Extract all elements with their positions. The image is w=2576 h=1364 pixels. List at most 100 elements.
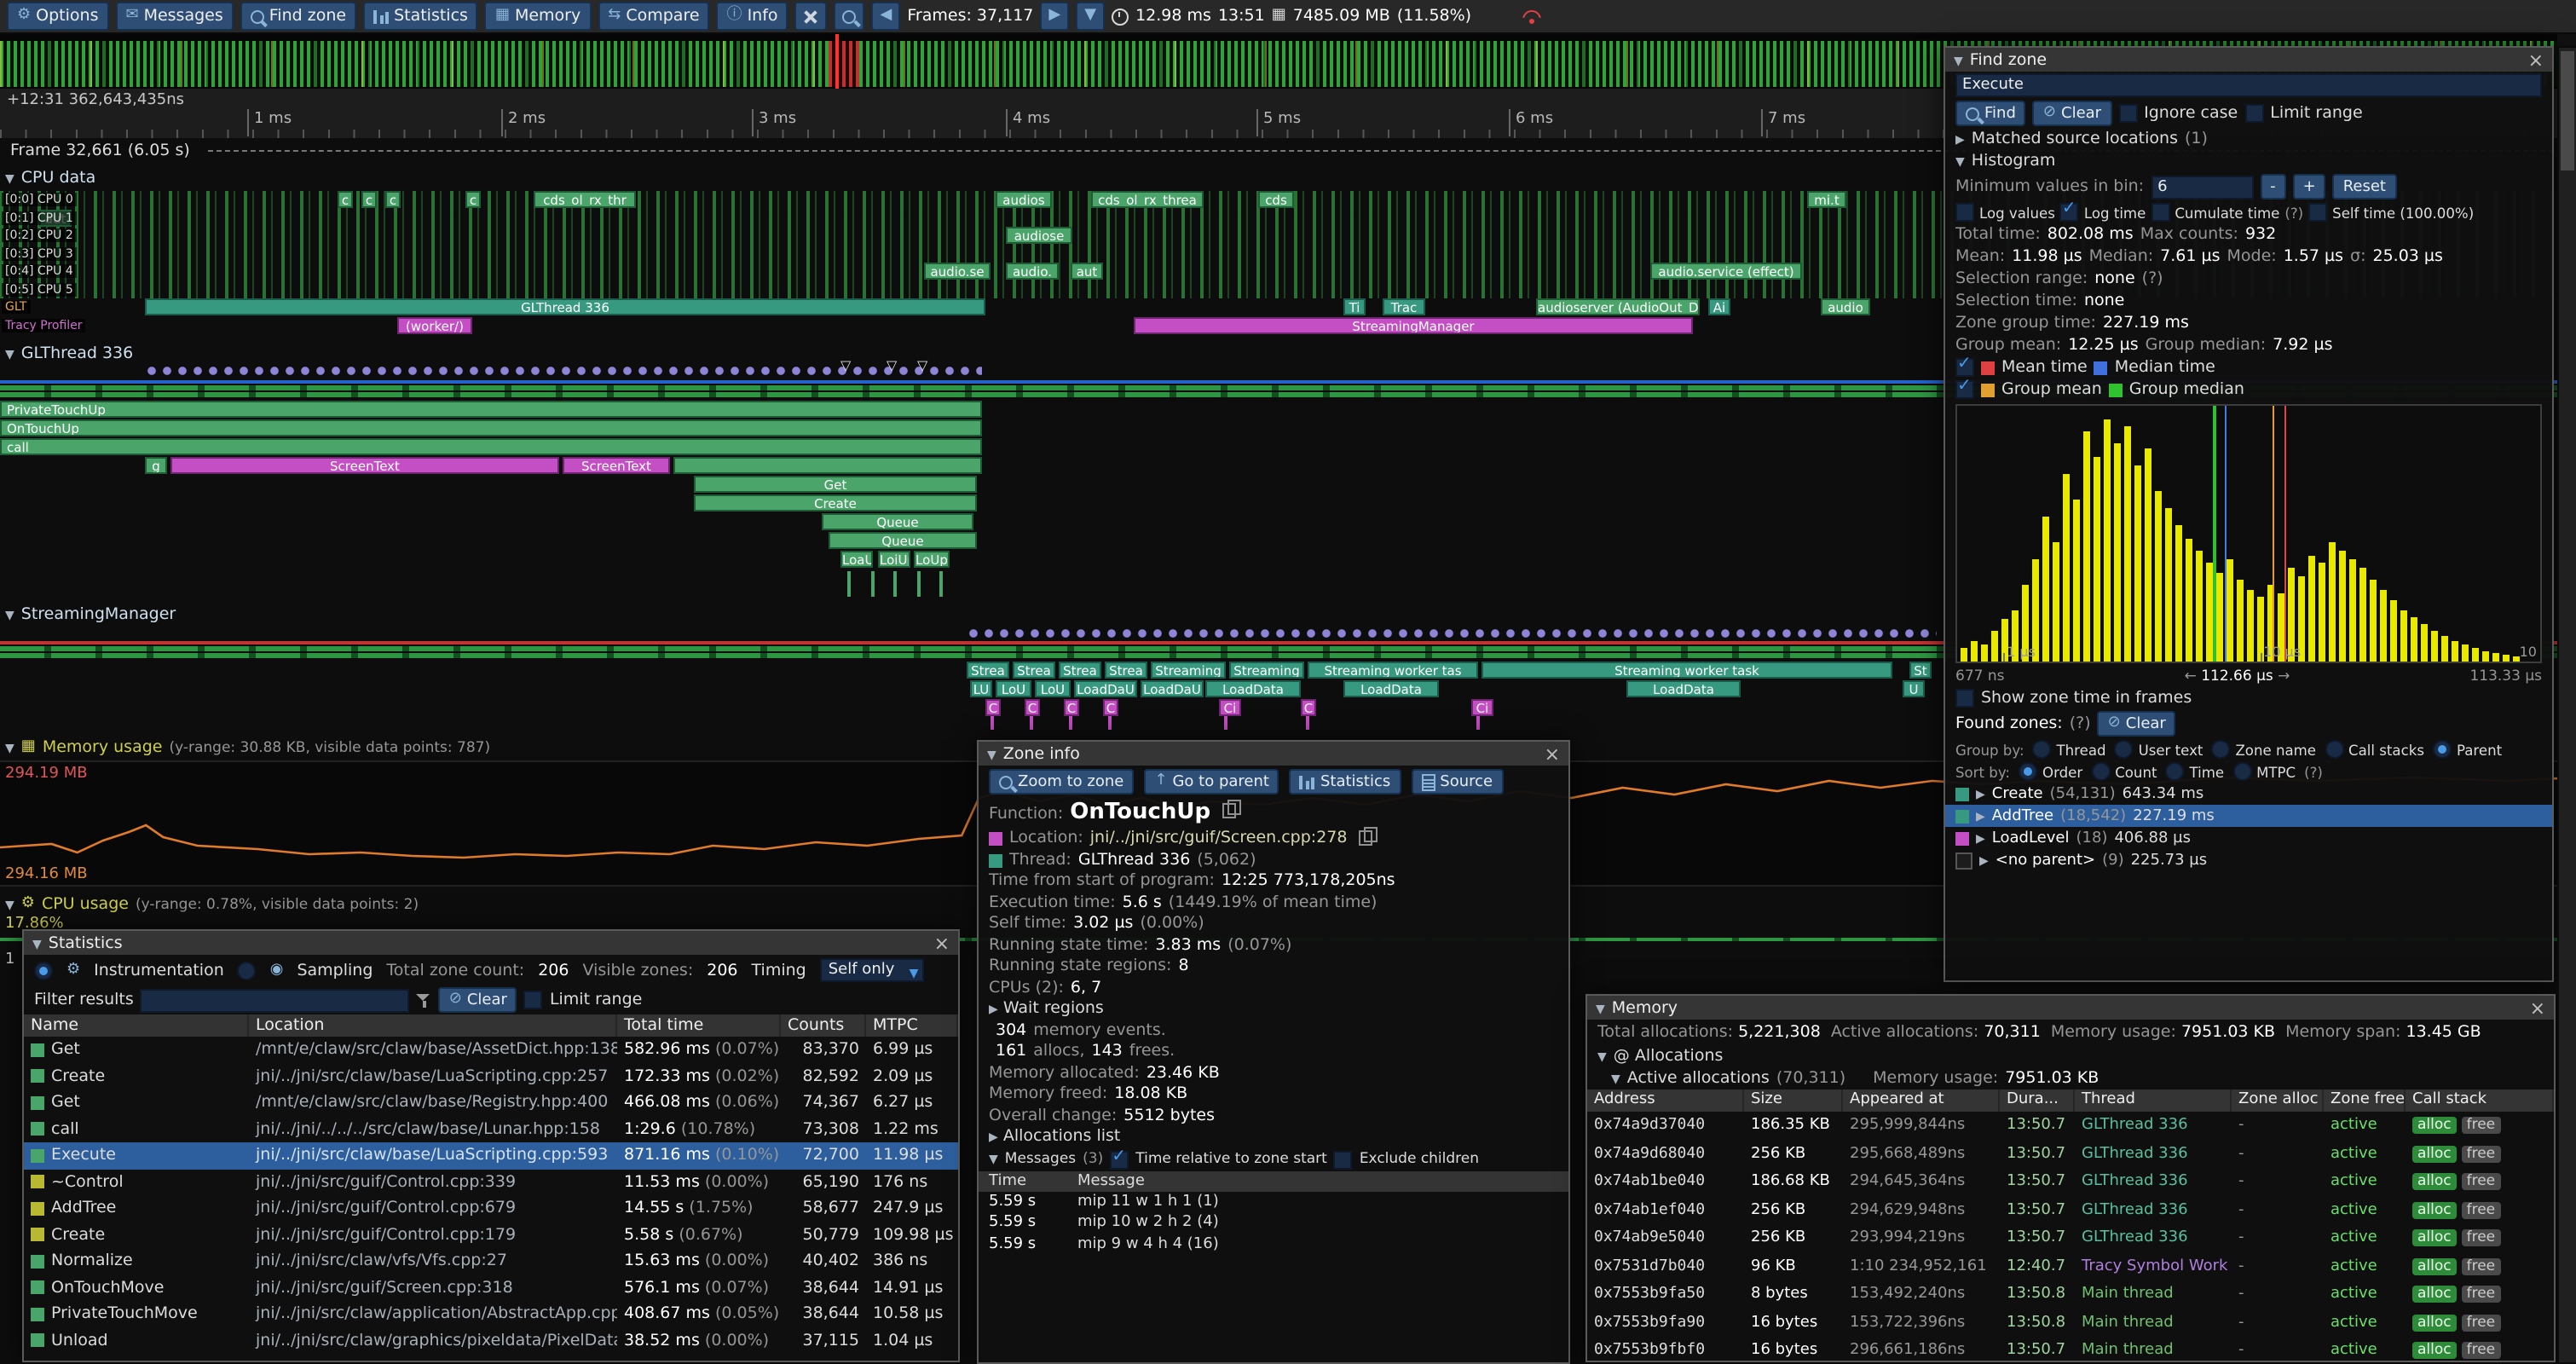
timeline-zone[interactable]: LoUp bbox=[914, 551, 950, 568]
table-row[interactable]: OnTouchMove jni/../jni/src/guif/Screen.c… bbox=[24, 1274, 958, 1301]
ignore-case-checkbox[interactable] bbox=[2118, 104, 2137, 123]
found-zone-group[interactable]: LoadLevel (18) 406.88 µs bbox=[1945, 827, 2552, 849]
timeline-zone[interactable]: mi.t bbox=[1807, 191, 1846, 208]
column-header[interactable]: Call stack bbox=[2406, 1089, 2554, 1112]
allocation-row[interactable]: 0x74ab9e5040 256 KB 293,994,219ns 13:50.… bbox=[1587, 1224, 2554, 1252]
sort-by-radio[interactable]: Order bbox=[2019, 762, 2082, 781]
active-allocations-toggle[interactable]: Active allocations (70,311) Memory usage… bbox=[1587, 1067, 2554, 1089]
timeline-zone[interactable]: LoU bbox=[996, 680, 1031, 697]
memory-titlebar[interactable]: Memory bbox=[1587, 996, 2554, 1020]
timeline-zone[interactable]: C bbox=[1301, 699, 1316, 716]
alloc-callstack-button[interactable]: alloc bbox=[2412, 1230, 2457, 1247]
table-row[interactable]: PrivateTouchMove jni/../jni/src/claw/app… bbox=[24, 1301, 958, 1327]
min-bin-plus-button[interactable]: + bbox=[2293, 174, 2326, 199]
options-button[interactable]: ⚙Options bbox=[7, 2, 108, 31]
find-button[interactable]: Find bbox=[1955, 101, 2026, 126]
instrumentation-radio[interactable] bbox=[34, 961, 53, 980]
table-row[interactable]: Create jni/../jni/src/claw/base/LuaScrip… bbox=[24, 1063, 958, 1089]
timeline-zone[interactable]: Streaming bbox=[1151, 662, 1226, 679]
allocation-row[interactable]: 0x74ab1ef040 256 KB 294,629,948ns 13:50.… bbox=[1587, 1196, 2554, 1224]
timeline-zone[interactable]: LoadData bbox=[1343, 680, 1439, 697]
table-row[interactable]: Get /mnt/e/claw/src/claw/base/AssetDict.… bbox=[24, 1037, 958, 1063]
alloc-callstack-button[interactable]: alloc bbox=[2412, 1174, 2457, 1191]
allocation-row[interactable]: 0x7553b9fa50 8 bytes 153,492,240ns 13:50… bbox=[1587, 1280, 2554, 1309]
timeline-zone[interactable] bbox=[893, 571, 897, 597]
timing-dropdown[interactable]: Self only bbox=[820, 958, 924, 982]
find-zone-button[interactable]: Find zone bbox=[240, 2, 356, 31]
column-header[interactable]: Total time bbox=[617, 1014, 781, 1037]
cpu-usage-section-header[interactable]: ⚙ CPU usage (y-range: 0.78%, visible dat… bbox=[5, 895, 419, 914]
log-values-checkbox[interactable] bbox=[1955, 203, 1974, 222]
free-callstack-button[interactable]: free bbox=[2462, 1286, 2501, 1303]
timeline-zone[interactable]: audio. bbox=[1006, 263, 1059, 280]
cpu-data-section-header[interactable]: CPU data bbox=[5, 169, 95, 188]
timeline-zone[interactable]: Ai bbox=[1708, 298, 1730, 315]
timeline-zone[interactable] bbox=[1069, 716, 1072, 730]
table-row[interactable]: Unload jni/../jni/src/claw/graphics/pixe… bbox=[24, 1327, 958, 1354]
timeline-zone[interactable]: LoadDaU bbox=[1074, 680, 1137, 697]
column-header[interactable]: Address bbox=[1587, 1089, 1744, 1112]
alloc-callstack-button[interactable]: alloc bbox=[2412, 1118, 2457, 1135]
timeline-zone[interactable]: Streaming worker tas bbox=[1308, 662, 1478, 679]
group-by-radio[interactable]: User text bbox=[2115, 740, 2203, 759]
free-callstack-button[interactable]: free bbox=[2462, 1258, 2501, 1275]
timeline-zone[interactable] bbox=[1224, 716, 1227, 730]
timeline-zone[interactable] bbox=[939, 571, 943, 597]
timeline-zone[interactable]: g bbox=[145, 457, 167, 474]
lock-markers[interactable] bbox=[967, 627, 1937, 639]
last-frame-button[interactable]: ▼ bbox=[1076, 2, 1105, 31]
timeline-zone[interactable]: audio.service (effect) bbox=[1650, 263, 1802, 280]
group-mean-checkbox[interactable] bbox=[1955, 380, 1974, 399]
tools-button[interactable] bbox=[795, 2, 828, 31]
found-zone-group[interactable]: Create (54,131) 643.34 ms bbox=[1945, 783, 2552, 805]
found-zone-group[interactable]: <no parent> (9) 225.73 µs bbox=[1945, 849, 2552, 871]
message-marker-icon[interactable] bbox=[887, 356, 897, 375]
timeline-zone[interactable]: LoU bbox=[1035, 680, 1071, 697]
close-icon[interactable] bbox=[2530, 997, 2545, 1019]
timeline-zone[interactable] bbox=[871, 571, 875, 597]
timeline-zone[interactable]: Queue bbox=[829, 532, 977, 549]
column-header[interactable]: Zone alloc bbox=[2232, 1089, 2324, 1112]
zoom-to-zone-button[interactable]: Zoom to zone bbox=[989, 769, 1134, 795]
found-clear-button[interactable]: ⊘Clear bbox=[2098, 711, 2176, 737]
scrollbar-thumb[interactable] bbox=[2561, 51, 2574, 170]
timeline-zone[interactable]: ScreenText bbox=[170, 457, 559, 474]
allocation-row[interactable]: 0x7531d7b040 96 KB 1:10 234,952,161 12:4… bbox=[1587, 1252, 2554, 1280]
alloc-callstack-button[interactable]: alloc bbox=[2412, 1343, 2457, 1360]
find-zone-titlebar[interactable]: Find zone bbox=[1945, 48, 2552, 72]
memory-button[interactable]: ▦Memory bbox=[485, 2, 591, 31]
timeline-zone[interactable]: audioserver (AudioOut_D) bbox=[1536, 298, 1700, 315]
table-row[interactable]: Execute jni/../jni/src/claw/base/LuaScri… bbox=[24, 1142, 958, 1169]
timeline-zone[interactable]: LU bbox=[970, 680, 992, 697]
histogram-toggle[interactable]: Histogram bbox=[1945, 150, 2552, 172]
timeline-zone[interactable]: PrivateTouchUp bbox=[0, 401, 982, 418]
next-frame-button[interactable]: ▶ bbox=[1040, 2, 1069, 31]
zone-source-button[interactable]: Source bbox=[1411, 769, 1503, 795]
timeline-zone[interactable]: U bbox=[1903, 680, 1925, 697]
timeline-zone[interactable]: Create bbox=[694, 494, 977, 512]
timeline-zone[interactable]: C bbox=[1103, 699, 1118, 716]
column-header[interactable]: Name bbox=[24, 1014, 249, 1037]
mean-time-checkbox[interactable] bbox=[1955, 358, 1974, 377]
timeline-zone[interactable]: ScreenText bbox=[563, 457, 670, 474]
allocation-row[interactable]: 0x74a9d68040 256 KB 295,668,489ns 13:50.… bbox=[1587, 1140, 2554, 1168]
timeline-zone[interactable] bbox=[1476, 716, 1480, 730]
column-header[interactable]: Counts bbox=[781, 1014, 866, 1037]
timeline-zone[interactable]: cds_ol_rx_threa bbox=[1091, 191, 1204, 208]
timeline-zone[interactable]: Streaming bbox=[1229, 662, 1304, 679]
timeline-zone[interactable] bbox=[991, 716, 994, 730]
timeline-zone[interactable]: LoiUp bbox=[878, 551, 910, 568]
timeline-zone[interactable] bbox=[1306, 716, 1309, 730]
self-time-checkbox[interactable] bbox=[2308, 203, 2327, 222]
timeline-zone[interactable]: audios bbox=[996, 191, 1052, 208]
min-bin-input[interactable] bbox=[2151, 175, 2253, 199]
table-row[interactable]: Normalize jni/../jni/src/claw/vfs/Vfs.cp… bbox=[24, 1248, 958, 1274]
timeline-zone[interactable]: (worker/) bbox=[397, 316, 472, 333]
column-header[interactable]: Appeared at bbox=[1843, 1089, 2000, 1112]
time-relative-checkbox[interactable] bbox=[1110, 1150, 1129, 1169]
allocation-row[interactable]: 0x74a9d37040 186.35 KB 295,999,844ns 13:… bbox=[1587, 1112, 2554, 1140]
timeline-zone[interactable]: Trac bbox=[1383, 298, 1425, 315]
collapse-arrow-icon[interactable] bbox=[989, 1151, 998, 1168]
prev-frame-button[interactable]: ◀ bbox=[872, 2, 901, 31]
alloc-callstack-button[interactable]: alloc bbox=[2412, 1146, 2457, 1163]
